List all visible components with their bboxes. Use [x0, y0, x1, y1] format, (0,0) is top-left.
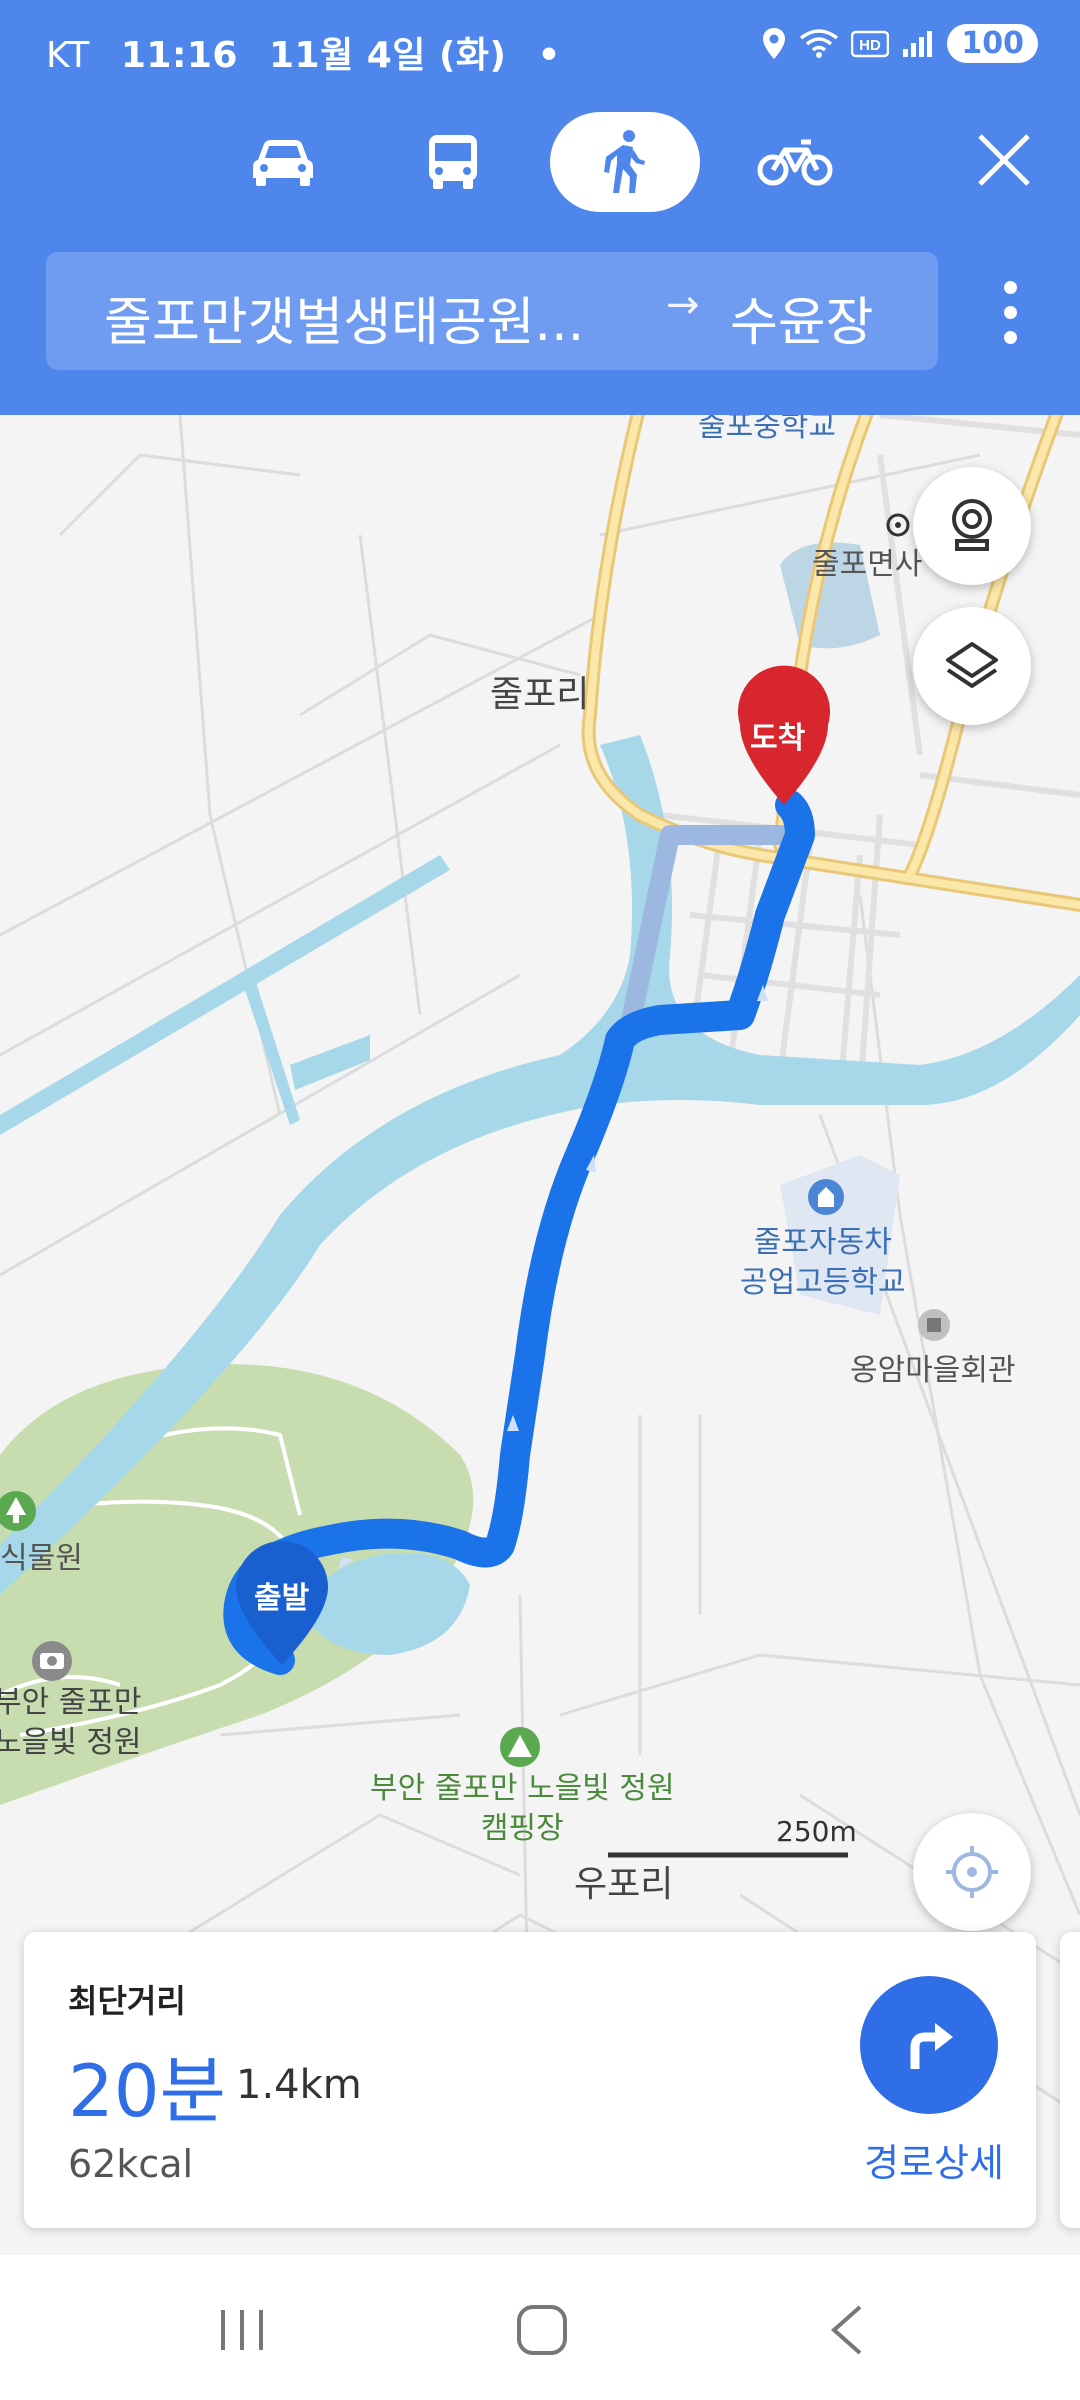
route-detail-label[interactable]: 경로상세	[834, 2132, 1034, 2187]
map-label-ongam-hall: 옹암마을회관	[850, 1353, 1016, 1388]
travel-mode-tabs	[0, 112, 1080, 218]
walk-icon	[604, 130, 645, 193]
recent-apps-button[interactable]	[202, 2295, 282, 2365]
system-navigation-bar	[0, 2255, 1080, 2400]
map-label-sunset-garden: 부안 줄포만 노을빛 정원	[0, 1685, 142, 1760]
destination-marker-label: 도착	[750, 721, 806, 756]
my-location-button[interactable]	[913, 1813, 1031, 1931]
map-label-auto-school: 줄포자동차 공업고등학교	[740, 1225, 906, 1300]
close-button[interactable]	[964, 120, 1044, 200]
crosshair-icon	[946, 1846, 998, 1898]
car-icon	[253, 140, 313, 186]
route-type-label: 최단거리	[68, 1982, 186, 2020]
wifi-icon	[800, 28, 839, 58]
next-route-card-peek[interactable]	[1060, 1932, 1080, 2228]
status-date: 11월 4일 (화)	[269, 35, 507, 76]
back-button[interactable]	[806, 2295, 886, 2365]
carrier-label: KT	[46, 35, 90, 76]
route-option-card[interactable]: 최단거리 20분 1.4km 62kcal 경로상세	[24, 1932, 1036, 2228]
street-view-button[interactable]	[913, 467, 1031, 585]
route-summary-bar[interactable]: 줄포만갯벌생태공원... → 수윤장	[46, 252, 938, 370]
map-label-julpo-middle-school: 줄포중학교	[698, 415, 836, 444]
tab-bike[interactable]	[720, 112, 870, 212]
turn-right-icon	[910, 2023, 953, 2069]
route-duration: 20분	[68, 2049, 226, 2133]
close-icon	[978, 134, 1030, 186]
map-label-julpo-ri: 줄포리	[490, 674, 590, 715]
scale-bar-label: 250m	[776, 1815, 857, 1848]
hd-voice-icon: HD	[851, 30, 890, 57]
bike-icon	[757, 139, 833, 186]
map-label-upo-ri: 우포리	[574, 1864, 674, 1905]
map-label-campground: 부안 줄포만 노을빛 정원 캠핑장	[370, 1771, 675, 1846]
more-icon	[1003, 280, 1017, 294]
svg-text:HD: HD	[860, 37, 882, 54]
home-button[interactable]	[502, 2295, 582, 2365]
street-view-icon	[952, 499, 992, 551]
map-label-julpo-office: 줄포면사	[812, 547, 923, 582]
map-label-plant-garden: 식물원	[0, 1541, 83, 1576]
origin-marker-label: 출발	[254, 1581, 310, 1616]
directions-header: KT 11:16 11월 4일 (화) • HD 100 줄포만갯벌생태공원..…	[0, 0, 1080, 415]
layers-button[interactable]	[913, 607, 1031, 725]
route-arrow: →	[666, 282, 700, 328]
clock: 11:16	[120, 35, 238, 76]
back-icon	[830, 2305, 862, 2355]
home-icon	[517, 2305, 567, 2355]
tab-walk[interactable]	[550, 112, 700, 212]
tab-bus[interactable]	[378, 112, 528, 212]
bus-icon	[429, 135, 477, 189]
route-distance: 1.4km	[236, 2062, 362, 2108]
route-detail-button[interactable]	[860, 1976, 998, 2114]
battery-indicator: 100	[947, 24, 1038, 63]
notification-dot: •	[537, 35, 562, 76]
status-bar: KT 11:16 11월 4일 (화) • HD 100	[0, 0, 1080, 100]
location-icon	[763, 27, 786, 59]
layers-icon	[946, 642, 998, 688]
destination-field[interactable]: 수윤장	[730, 280, 874, 355]
route-calories: 62kcal	[68, 2142, 194, 2186]
origin-field[interactable]: 줄포만갯벌생태공원...	[104, 280, 584, 355]
tab-car[interactable]	[208, 112, 358, 212]
more-options-button[interactable]	[980, 262, 1040, 362]
recent-apps-icon	[221, 2310, 263, 2350]
signal-icon	[903, 30, 933, 57]
